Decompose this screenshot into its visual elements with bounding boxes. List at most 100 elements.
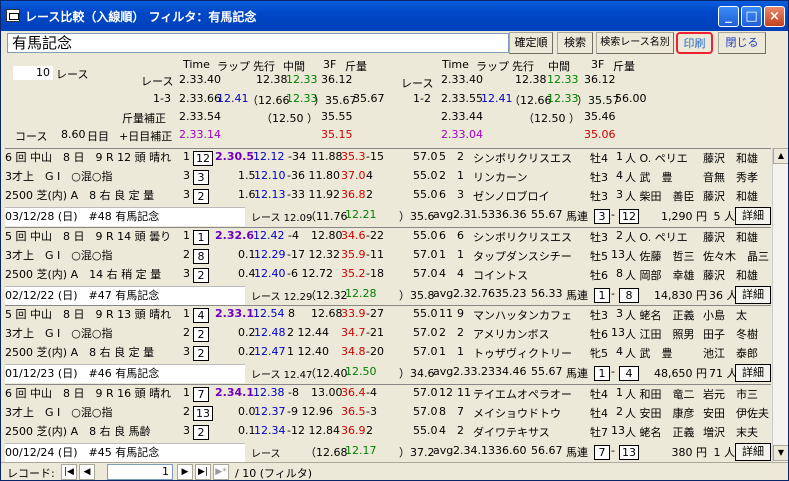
runner-waku: 8 (439, 405, 446, 418)
scroll-up-icon[interactable]: ▲ (773, 148, 788, 164)
record-number-input[interactable]: 1 (107, 464, 173, 480)
print-button[interactable]: 印刷 (676, 32, 713, 54)
runner-lap: 12.34 (254, 424, 286, 437)
summary-adj-time: 2.33.14 (179, 128, 221, 141)
race-block: 5 回 中山 8 日 9 R 14 頭 曇り 1 1 2.32.6 12.42 -4 12.… (5, 227, 771, 305)
summary2-col-lap: ラップ (476, 60, 509, 73)
summary-label-kinhosei: 斤量補正 (122, 112, 166, 125)
race-lap: レース 12.29 (251, 292, 313, 303)
new-record-icon[interactable]: ▶* (213, 464, 229, 480)
payout-popularity: 1 人 (713, 446, 736, 459)
summary-col-lap: ラップ (217, 60, 250, 73)
title-bar[interactable]: レース比較（入線順） フィルタ：有馬記念 _ □ × (1, 1, 788, 31)
horse-name[interactable]: トゥザヴィクトリー (473, 345, 587, 361)
runner-diff: -8 (288, 386, 299, 399)
runner-gate: 8 (193, 249, 209, 264)
horse-name[interactable]: タップダンスシチー (473, 248, 587, 264)
race-info-line: 6 回 中山 8 日 9 R 12 頭 晴れ (5, 151, 172, 164)
payout: 380 円 (671, 446, 708, 459)
detail-button[interactable]: 詳細 (735, 286, 771, 304)
summary-race-3f: 36.12 (321, 73, 353, 86)
runner-gate: 12 (193, 151, 213, 166)
summary-col-kin: 斤量 (345, 60, 367, 73)
day-value: 8.60 (61, 128, 86, 141)
runner-umaban: 1 (457, 169, 464, 182)
race-name-field[interactable]: 有馬記念 (7, 33, 509, 53)
race-sen: （12.32 (305, 289, 348, 302)
horse-sex-age: 牡6 (590, 269, 608, 282)
bet-dash: - (611, 287, 615, 300)
summary2-12-lap: 12.41 (481, 92, 513, 105)
runner-umaban: 9 (457, 307, 464, 320)
trainer-name: 岩元 市三 (703, 388, 758, 401)
minimize-button[interactable]: _ (718, 6, 739, 27)
prev-record-icon[interactable]: ◀ (79, 464, 95, 480)
horse-name[interactable]: コイントス (473, 267, 587, 283)
trainer-name: 増沢 末夫 (703, 426, 758, 439)
horse-popularity: 1 (616, 150, 623, 163)
day-adjust-label: +日目補正 (119, 130, 173, 143)
race-count: 10 (13, 66, 53, 80)
payout-popularity: 36 人 (709, 289, 738, 302)
detail-button[interactable]: 詳細 (735, 207, 771, 225)
horse-name[interactable]: シンボリクリスエス (473, 229, 587, 245)
summary-13-time: 2.33.66 (179, 92, 221, 105)
bet-horse-1: 7 (594, 445, 610, 460)
horse-sex-age: 牡6 (590, 328, 608, 341)
trainer-name: 池江 泰郎 (703, 347, 758, 360)
summary2-12-kin: 56.00 (615, 92, 647, 105)
horse-name[interactable]: マンハッタンカフェ (473, 307, 587, 323)
summary-13-kin: 35.67 (353, 92, 385, 105)
horse-name[interactable]: アメリカンボス (473, 326, 587, 342)
runner-umaban: 11 (457, 386, 471, 399)
runner-sen: -12 12.84 (287, 424, 340, 437)
detail-button[interactable]: 詳細 (735, 364, 771, 382)
runner-order: 1 (183, 150, 190, 163)
horse-name[interactable]: メイショウドトウ (473, 405, 587, 421)
runner-3f: 34.8 (341, 345, 366, 358)
close-window-button[interactable]: × (764, 6, 785, 27)
bet-type: 馬連 (566, 289, 588, 302)
runner-margin: 0.0 (238, 405, 256, 418)
runner-3f: 36.8 (341, 188, 366, 201)
horse-name[interactable]: シンボリクリスエス (473, 150, 587, 166)
runner-weight: 55.0 (413, 188, 438, 201)
bet-dash: - (611, 365, 615, 378)
runner-lap: 12.47 (254, 345, 286, 358)
next-record-icon[interactable]: ▶ (177, 464, 193, 480)
horse-name[interactable]: ゼンノロブロイ (473, 188, 587, 204)
horse-sex-age: 牡7 (590, 426, 608, 439)
maximize-button[interactable]: □ (741, 6, 762, 27)
summary2-col-kin: 斤量 (613, 60, 635, 73)
vertical-scrollbar[interactable]: ▲ ▼ (772, 148, 788, 462)
runner-waku: 5 (439, 150, 446, 163)
status-bar: レコード: |◀ ◀ 1 ▶ ▶| ▶* / 10 (フィルタ) (1, 462, 788, 480)
race-info-line: 2500 芝(内) A 14 右 稍 定 量 (5, 268, 162, 281)
avg-time: 2.34.13 (453, 444, 495, 457)
first-record-icon[interactable]: |◀ (61, 464, 77, 480)
runner-margin: 0.2 (238, 345, 256, 358)
runner-sen: 11.88 (311, 150, 343, 163)
detail-button[interactable]: 詳細 (735, 443, 771, 461)
horse-name[interactable]: リンカーン (473, 169, 587, 185)
race-info-line: 3才上 G Ⅰ ○混○指 (5, 170, 113, 183)
summary-race-sen: 12.38 (256, 73, 288, 86)
summary2-12-sen: （12.66 (509, 94, 552, 107)
race-sen: （12.40 (305, 367, 348, 380)
runner-umaban: 7 (457, 405, 464, 418)
race-block: 6 回 中山 8 日 9 R 16 頭 晴れ 1 7 2.34.1 12.38 -8 13.… (5, 384, 771, 462)
scroll-down-icon[interactable]: ▼ (773, 445, 788, 461)
runner-waku: 11 (439, 307, 453, 320)
confirm-order-button[interactable]: 確定順 (509, 32, 553, 54)
horse-name[interactable]: テイエムオペラオー (473, 386, 587, 402)
horse-name[interactable]: ダイワテキサス (473, 424, 587, 440)
runner-3f: 33.9 (341, 307, 366, 320)
last-record-icon[interactable]: ▶| (195, 464, 211, 480)
runner-lap: 12.12 (253, 150, 285, 163)
runner-umaban: 2 (457, 326, 464, 339)
horse-sex-age: 牡3 (590, 309, 608, 322)
search-button[interactable]: 検索 (557, 32, 593, 54)
search-by-race-name-button[interactable]: 検索レース名別 (596, 32, 674, 54)
race-info-line: 2500 芝(内) A 8 右 良 馬齢 (5, 425, 151, 438)
close-button[interactable]: 閉じる (718, 32, 766, 54)
